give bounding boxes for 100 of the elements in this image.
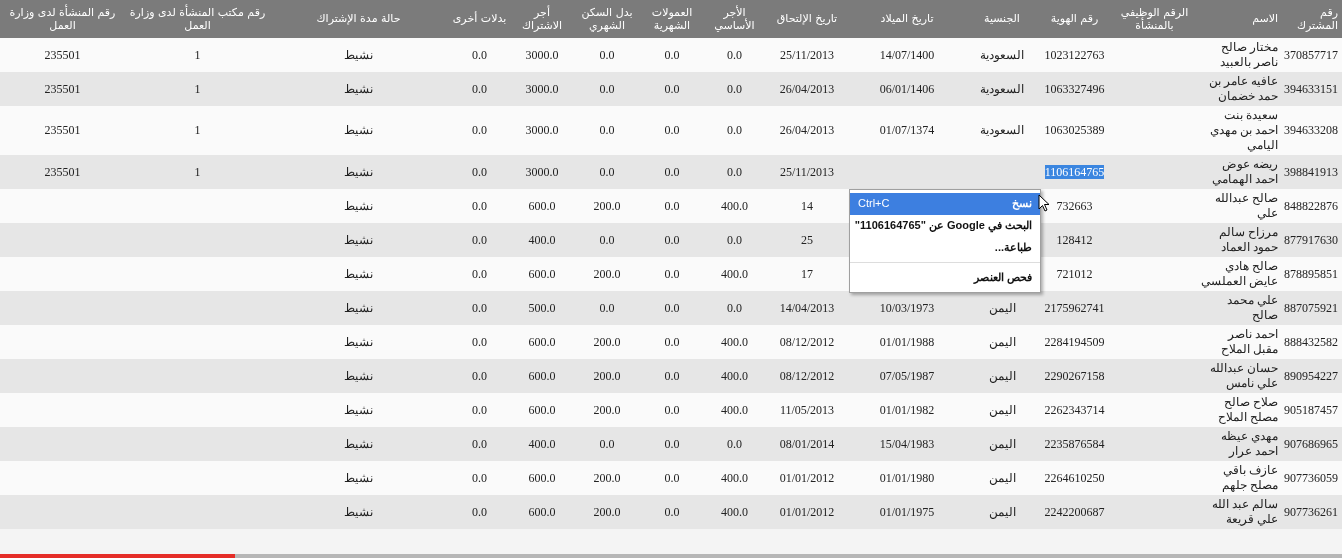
table-cell: 0.0: [727, 232, 742, 247]
column-header: رقم المنشأة لدى وزارة العمل: [0, 0, 125, 38]
table-cell: 1063327496: [1044, 81, 1105, 96]
table-cell: نشيط: [344, 470, 373, 485]
table-cell: 394633151: [1284, 81, 1338, 96]
table-cell: نشيط: [344, 368, 373, 383]
table-cell: 905187457: [1284, 402, 1338, 417]
table-cell: 2235876584: [1044, 436, 1105, 451]
table-cell: 907686965: [1284, 436, 1338, 451]
column-header: تاريخ الميلاد: [847, 0, 967, 38]
table-cell: احمد ناصر مقبل الملاح: [1221, 327, 1278, 356]
table-cell: 0.0: [664, 123, 680, 137]
table-cell: 907736261: [1284, 504, 1338, 519]
table-cell: 887075921: [1284, 300, 1338, 315]
table-cell: 0.0: [664, 368, 680, 383]
table-cell: 0.0: [664, 504, 680, 519]
table-cell: 0.0: [727, 300, 742, 315]
table-cell: 1: [194, 164, 201, 179]
table-cell: نشيط: [344, 47, 373, 62]
column-header: العمولات الشهرية: [642, 0, 702, 38]
table-cell: 2264610250: [1044, 470, 1105, 485]
table-cell: 2262343714: [1044, 402, 1105, 417]
table-cell: 06/01/1406: [879, 81, 935, 96]
table-cell: مختار صالح ناصر بالعبيد: [1220, 40, 1278, 69]
table-cell: 235501: [44, 164, 81, 179]
table-cell: 25: [801, 232, 813, 247]
table-cell: 14: [801, 198, 813, 213]
table-cell: 01/07/1374: [879, 123, 935, 137]
table-cell: 370857717: [1284, 47, 1338, 62]
video-progress-bar[interactable]: [0, 554, 1342, 558]
table-cell: 01/01/1982: [879, 402, 935, 417]
table-cell: 0.0: [664, 402, 680, 417]
menu-item[interactable]: فحص العنصر: [850, 267, 1040, 289]
table-cell: 907736059: [1284, 470, 1338, 485]
column-header: الرقم الوظيفي بالمنشأة: [1112, 0, 1197, 38]
column-header: بدلات أخرى: [447, 0, 512, 38]
table-cell: 3000.0: [525, 81, 559, 96]
table-cell: 0.0: [664, 198, 680, 213]
table-cell: 0.0: [664, 232, 680, 247]
table-cell: 17: [801, 266, 813, 281]
table-cell: 08/12/2012: [779, 334, 835, 349]
table-cell: 890954227: [1284, 368, 1338, 383]
table-cell: اليمن: [988, 402, 1016, 417]
table-cell: 1: [194, 47, 201, 62]
table-cell: حسان عبدالله علي نامس: [1210, 361, 1278, 390]
table-cell: 2284194509: [1044, 334, 1105, 349]
table-cell: نشيط: [344, 504, 373, 519]
column-header: رقم المشترك: [1282, 0, 1342, 38]
table-cell: نشيط: [344, 232, 373, 247]
table-cell: 0.0: [664, 334, 680, 349]
table-cell: 0.0: [599, 47, 615, 62]
table-cell: 200.0: [593, 266, 621, 281]
table-cell: 0.0: [727, 436, 742, 451]
table-cell: 600.0: [528, 266, 556, 281]
table-cell: 01/01/1980: [879, 470, 935, 485]
table-cell: 1023122763: [1044, 47, 1105, 62]
table-cell: مرزاح سالم حمود العماد: [1219, 225, 1278, 254]
table-cell: 0.0: [472, 470, 487, 485]
table-cell: 0.0: [472, 436, 487, 451]
table-cell: 2175962741: [1044, 300, 1105, 315]
table-cell: 0.0: [472, 504, 487, 519]
table-cell: 400.0: [721, 504, 748, 519]
table-cell: 15/04/1983: [879, 436, 935, 451]
table-cell: علي محمد صالح: [1227, 293, 1278, 322]
table-cell: 0.0: [472, 198, 487, 213]
table-cell: 0.0: [599, 300, 615, 315]
table-cell: نشيط: [344, 81, 373, 96]
table-cell: 14/07/1400: [879, 47, 935, 62]
table-cell: اليمن: [988, 334, 1016, 349]
table-cell: 721012: [1056, 266, 1093, 281]
menu-item[interactable]: البحث في Google عن "1106164765": [850, 214, 1040, 237]
table-cell: السعودية: [980, 47, 1024, 62]
table-cell: 1063025389: [1044, 123, 1105, 137]
table-cell: نشيط: [344, 123, 373, 137]
table-cell: 1: [194, 123, 201, 137]
table-cell: 600.0: [528, 470, 556, 485]
table-cell: 0.0: [664, 81, 680, 96]
table-cell: 732663: [1056, 198, 1093, 213]
table-cell: 11/05/2013: [779, 402, 835, 417]
table-cell: 3000.0: [525, 164, 559, 179]
table-cell: نشيط: [344, 436, 373, 451]
table-cell: اليمن: [988, 300, 1016, 315]
menu-item[interactable]: طباعة...: [850, 236, 1040, 259]
table-cell: 10/03/1973: [879, 300, 935, 315]
table-cell: 848822876: [1284, 198, 1338, 213]
table-cell: 400.0: [721, 198, 748, 213]
table-cell: 08/01/2014: [779, 436, 835, 451]
table-cell: صالح هادي عايض العملسي: [1201, 259, 1278, 288]
table-cell: السعودية: [980, 123, 1024, 137]
table-cell: 400.0: [528, 436, 556, 451]
table-cell: 0.0: [664, 436, 680, 451]
table-cell: اليمن: [988, 504, 1016, 519]
table-cell: اليمن: [988, 436, 1016, 451]
table-cell: صلاح صالح مصلح الملاح: [1218, 395, 1278, 424]
table-cell: 26/04/2013: [779, 81, 835, 96]
table-cell: 400.0: [721, 402, 748, 417]
column-header: بدل السكن الشهري: [572, 0, 642, 38]
table-cell: 0.0: [472, 81, 487, 96]
table-cell: 0.0: [472, 300, 487, 315]
table-cell: سعيدة بنت احمد بن مهدي اليامي: [1210, 108, 1278, 152]
